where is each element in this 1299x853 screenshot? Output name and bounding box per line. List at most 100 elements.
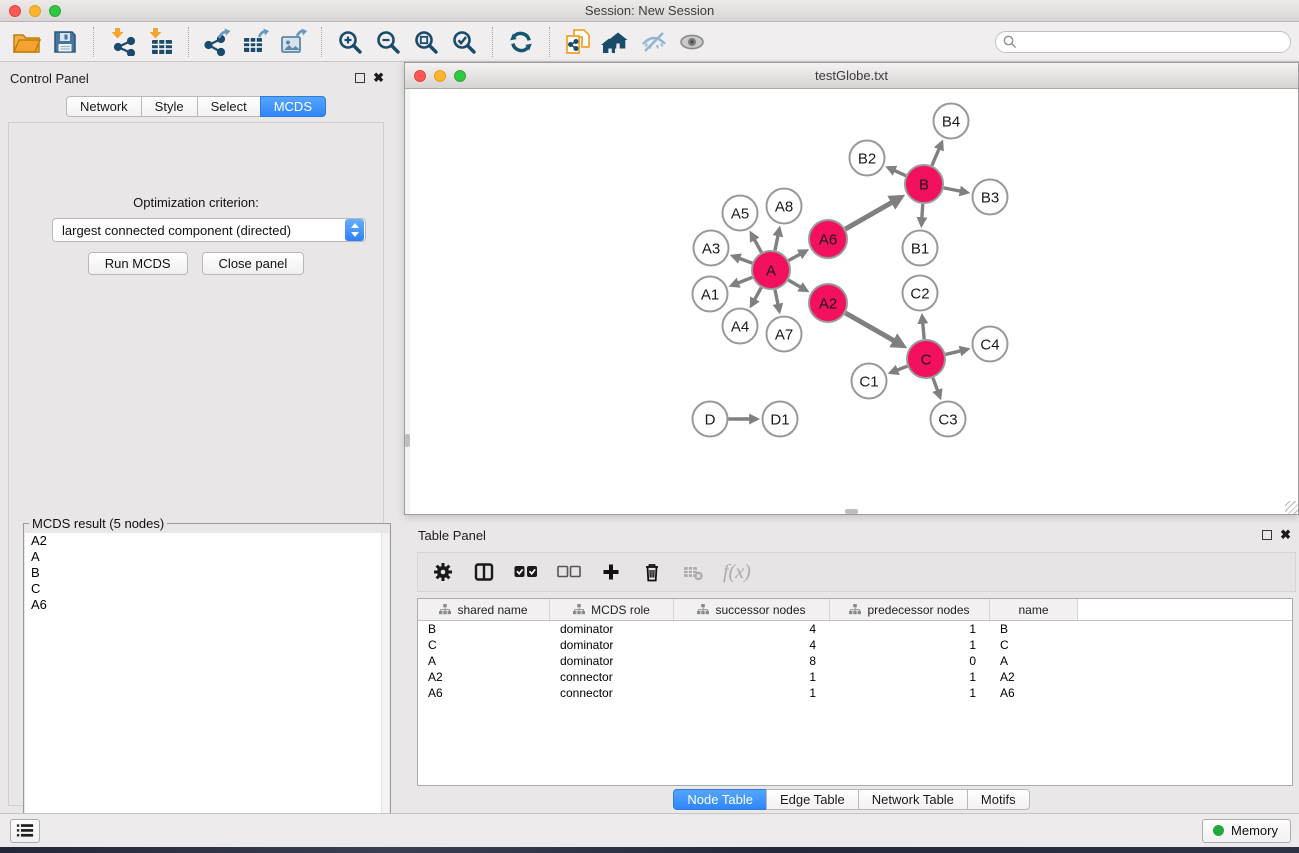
table-row[interactable]: Cdominator41C [418, 637, 1292, 653]
edge-B-B2[interactable] [888, 168, 906, 176]
tab-network-table[interactable]: Network Table [858, 789, 968, 810]
edge-A6-B[interactable] [845, 197, 901, 229]
edge-C-C2[interactable] [922, 316, 924, 339]
edge-A-A7[interactable] [775, 290, 779, 312]
tab-edge-table[interactable]: Edge Table [766, 789, 859, 810]
column-layout-button[interactable] [473, 560, 495, 584]
table-cell: C [418, 637, 550, 653]
table-row[interactable]: A2connector11A2 [418, 669, 1292, 685]
column-header-shared-name[interactable]: shared name [418, 599, 550, 620]
table-float-panel-icon[interactable] [1262, 530, 1272, 540]
tab-motifs[interactable]: Motifs [967, 789, 1030, 810]
result-scrollbar[interactable] [381, 533, 389, 853]
export-network-icon [203, 28, 231, 56]
zoom-fit-button[interactable] [407, 25, 445, 59]
edge-A-A3[interactable] [733, 256, 752, 263]
canvas-hscroll-thumb[interactable] [845, 509, 858, 514]
import-network-button[interactable] [103, 25, 141, 59]
add-column-button[interactable] [600, 560, 622, 584]
zoom-in-icon [337, 29, 363, 55]
edge-A2-C[interactable] [845, 313, 903, 346]
column-header-mcds-role[interactable]: MCDS role [550, 599, 674, 620]
export-table-button[interactable] [236, 25, 274, 59]
edge-C-C4[interactable] [945, 349, 967, 354]
edge-A-A5[interactable] [751, 233, 761, 252]
close-panel-button[interactable]: Close panel [202, 252, 305, 275]
select-all-columns-button[interactable] [514, 560, 538, 584]
edge-B-B3[interactable] [944, 188, 968, 193]
node-label-D: D [705, 412, 716, 429]
tab-node-table[interactable]: Node Table [673, 789, 767, 810]
import-table-button[interactable] [141, 25, 179, 59]
mcds-result-item[interactable]: C [25, 581, 389, 597]
zoom-selected-button[interactable] [445, 25, 483, 59]
canvas-vscroll-thumb[interactable] [405, 434, 410, 447]
export-image-button[interactable] [274, 25, 312, 59]
table-row[interactable]: Bdominator41B [418, 621, 1292, 637]
mcds-result-item[interactable]: B [25, 565, 389, 581]
edge-B-B1[interactable] [921, 204, 922, 225]
table-cell: B [990, 621, 1078, 637]
edge-C-C3[interactable] [933, 378, 940, 397]
mcds-result-item[interactable]: A [25, 549, 389, 565]
table-cell: 8 [674, 653, 830, 669]
tab-select[interactable]: Select [197, 96, 261, 117]
table-cell: 1 [674, 685, 830, 701]
edge-A-A2[interactable] [788, 280, 806, 291]
edge-A-A4[interactable] [751, 287, 761, 305]
column-header-predecessor-nodes[interactable]: predecessor nodes [830, 599, 990, 620]
show-graphics-details-button[interactable] [673, 25, 711, 59]
unselect-all-columns-button[interactable] [557, 560, 581, 584]
float-panel-icon[interactable] [355, 73, 365, 83]
table-cell: 1 [830, 637, 990, 653]
table-row[interactable]: A6connector11A6 [418, 685, 1292, 701]
main-toolbar [0, 22, 1299, 62]
node-label-C4: C4 [980, 337, 999, 354]
node-label-C1: C1 [859, 374, 878, 391]
network-window-titlebar[interactable]: testGlobe.txt [405, 63, 1298, 89]
criterion-select[interactable]: largest connected component (directed) [52, 218, 366, 242]
hide-graphics-details-button[interactable] [635, 25, 673, 59]
network-canvas[interactable]: B4B2BB3A8A5A6A3B1AC2A1A2A4A7C4CC1C3DD1 [405, 89, 1298, 514]
network-from-selection-icon [564, 28, 592, 56]
edge-A-A8[interactable] [775, 229, 779, 251]
run-mcds-button[interactable]: Run MCDS [88, 252, 188, 275]
memory-button[interactable]: Memory [1202, 819, 1291, 843]
edge-C-C1[interactable] [891, 366, 908, 372]
mcds-result-item[interactable]: A2 [25, 533, 389, 549]
zoom-out-button[interactable] [369, 25, 407, 59]
zoom-out-icon [375, 29, 401, 55]
edge-B-B4[interactable] [932, 142, 942, 165]
export-network-button[interactable] [198, 25, 236, 59]
tab-network[interactable]: Network [66, 96, 142, 117]
node-label-C3: C3 [938, 412, 957, 429]
zoom-in-button[interactable] [331, 25, 369, 59]
table-settings-button[interactable] [432, 560, 454, 584]
close-panel-icon[interactable]: ✖ [373, 73, 384, 83]
network-from-selection-button[interactable] [559, 25, 597, 59]
table-row[interactable]: Adominator80A [418, 653, 1292, 669]
task-history-button[interactable] [10, 819, 40, 843]
open-session-button[interactable] [8, 25, 46, 59]
table-cell: 1 [830, 621, 990, 637]
node-label-A1: A1 [701, 287, 719, 304]
tab-mcds[interactable]: MCDS [260, 96, 326, 117]
home-icon [601, 30, 631, 54]
delete-columns-button[interactable] [641, 560, 663, 584]
toolbar-icon-group [8, 25, 711, 59]
edge-A-A1[interactable] [732, 277, 753, 285]
save-session-button[interactable] [46, 25, 84, 59]
select-stepper-icon [345, 219, 364, 241]
window-resize-grip[interactable] [1285, 501, 1298, 514]
table-cell: A [418, 653, 550, 669]
home-button[interactable] [597, 25, 635, 59]
apply-layout-button[interactable] [502, 25, 540, 59]
edge-A-A6[interactable] [789, 251, 807, 261]
column-header-successor-nodes[interactable]: successor nodes [674, 599, 830, 620]
search-input[interactable] [995, 31, 1291, 53]
tab-style[interactable]: Style [141, 96, 198, 117]
column-header-name[interactable]: name [990, 599, 1078, 620]
table-close-panel-icon[interactable]: ✖ [1280, 530, 1291, 540]
mcds-result-item[interactable]: A6 [25, 597, 389, 613]
toolbar-separator [93, 27, 94, 57]
